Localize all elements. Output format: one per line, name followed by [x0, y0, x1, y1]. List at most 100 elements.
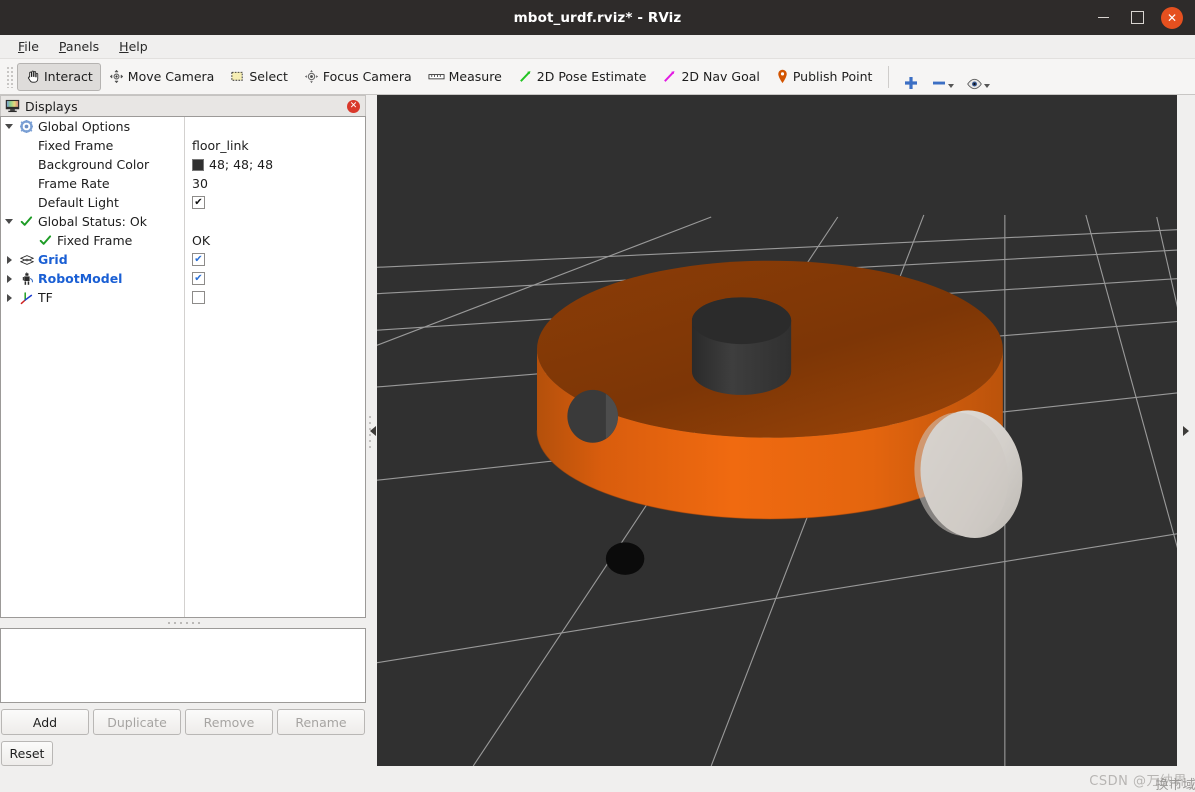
- chevron-down-icon: [5, 124, 13, 129]
- tool-2d-pose-estimate[interactable]: 2D Pose Estimate: [510, 63, 655, 91]
- tool-publish-point[interactable]: Publish Point: [768, 63, 881, 91]
- close-button[interactable]: ✕: [1161, 6, 1183, 29]
- tree-value-status-fixed-frame: OK: [185, 231, 365, 250]
- tool-interact[interactable]: Interact: [17, 62, 101, 91]
- magenta-arrow-icon: [662, 69, 677, 84]
- tree-label: TF: [38, 290, 53, 305]
- tree-row-tf[interactable]: TF: [1, 288, 184, 307]
- displays-panel-header: Displays ✕: [0, 95, 366, 116]
- default-light-checkbox[interactable]: [192, 196, 205, 209]
- tf-checkbox[interactable]: [192, 291, 205, 304]
- tree-value-global-options: [185, 117, 365, 136]
- csdn-watermark: CSDN @万纳界 换市域: [1089, 770, 1195, 792]
- tf-axes-icon: [17, 291, 36, 305]
- viewport-scene: [377, 95, 1177, 766]
- remove-button[interactable]: Remove: [185, 709, 273, 735]
- tool-move-camera[interactable]: Move Camera: [101, 63, 223, 91]
- grid-checkbox[interactable]: [192, 253, 205, 266]
- tool-2d-nav-goal-label: 2D Nav Goal: [681, 69, 760, 84]
- map-pin-icon: [776, 69, 789, 84]
- left-viewport-splitter[interactable]: [366, 95, 377, 766]
- display-properties-panel[interactable]: [0, 628, 366, 703]
- menu-panels[interactable]: Panels: [51, 37, 107, 56]
- window-title: mbot_urdf.rviz* - RViz: [513, 9, 682, 26]
- tree-row-global-options[interactable]: Global Options: [1, 117, 184, 136]
- right-viewport-splitter[interactable]: [1177, 95, 1195, 766]
- status-bar: CSDN @万纳界 换市域: [0, 766, 1195, 792]
- tool-publish-point-label: Publish Point: [792, 69, 873, 84]
- tree-value-global-status: [185, 212, 365, 231]
- frame-rate-value: 30: [192, 176, 208, 191]
- green-check-icon: [36, 234, 55, 247]
- add-tool-button[interactable]: [897, 63, 925, 91]
- tool-select[interactable]: Select: [222, 63, 296, 91]
- chevron-down-icon[interactable]: [984, 83, 991, 88]
- tree-row-fixed-frame[interactable]: Fixed Frame: [1, 136, 184, 155]
- tree-value-column: floor_link 48; 48; 48 30 OK: [185, 117, 365, 617]
- maximize-button[interactable]: [1127, 8, 1147, 28]
- expander-toggle[interactable]: [1, 255, 17, 264]
- gear-icon: [17, 120, 36, 133]
- displays-dock: Displays ✕ Global Options Fixed Frame Ba…: [0, 95, 366, 766]
- tool-measure[interactable]: Measure: [420, 63, 510, 91]
- menu-help[interactable]: Help: [111, 37, 156, 56]
- tree-value-tf: [185, 288, 365, 307]
- focus-camera-icon: [304, 69, 319, 84]
- expander-toggle[interactable]: [1, 274, 17, 283]
- chevron-down-icon[interactable]: [948, 83, 955, 88]
- displays-tree[interactable]: Global Options Fixed Frame Background Co…: [0, 116, 366, 618]
- toolbar-separator: [888, 65, 890, 88]
- expander-toggle[interactable]: [1, 219, 17, 224]
- rename-button[interactable]: Rename: [277, 709, 365, 735]
- tool-2d-nav-goal[interactable]: 2D Nav Goal: [654, 63, 767, 91]
- chevron-right-icon: [6, 293, 12, 302]
- chevron-down-icon: [5, 219, 13, 224]
- remove-tool-icon: [931, 75, 947, 91]
- tool-focus-camera-label: Focus Camera: [322, 69, 412, 84]
- tree-row-default-light[interactable]: Default Light: [1, 193, 184, 212]
- duplicate-button[interactable]: Duplicate: [93, 709, 181, 735]
- rviz-window: mbot_urdf.rviz* - RViz ✕ File Panels Hel…: [0, 0, 1195, 792]
- add-tool-icon: [903, 75, 919, 91]
- displays-panel-close-button[interactable]: ✕: [345, 98, 362, 115]
- tree-row-grid[interactable]: Grid: [1, 250, 184, 269]
- fixed-frame-value: floor_link: [192, 138, 249, 153]
- arrow-right-icon[interactable]: [1183, 425, 1189, 436]
- watermark-cjk-overlay: 换市域: [1155, 777, 1195, 792]
- add-button[interactable]: Add: [1, 709, 89, 735]
- status-fixed-frame-value: OK: [192, 233, 211, 248]
- tree-label: Global Options: [38, 119, 131, 134]
- robotmodel-checkbox[interactable]: [192, 272, 205, 285]
- tree-row-robotmodel[interactable]: RobotModel: [1, 269, 184, 288]
- tree-row-status-fixed-frame[interactable]: Fixed Frame: [1, 231, 184, 250]
- reset-button[interactable]: Reset: [1, 741, 53, 766]
- tree-row-global-status[interactable]: Global Status: Ok: [1, 212, 184, 231]
- render-viewport-3d[interactable]: [377, 95, 1177, 766]
- tool-select-label: Select: [249, 69, 288, 84]
- splitter-grip: [166, 621, 200, 625]
- tree-row-background-color[interactable]: Background Color: [1, 155, 184, 174]
- panel-splitter[interactable]: [0, 618, 366, 628]
- tree-value-default-light: [185, 193, 365, 212]
- move-camera-icon: [109, 69, 124, 84]
- remove-tool-button[interactable]: [925, 63, 960, 91]
- monitor-icon: [5, 99, 20, 113]
- tree-value-fixed-frame[interactable]: floor_link: [185, 136, 365, 155]
- arrow-left-icon[interactable]: [369, 425, 376, 436]
- tree-value-frame-rate[interactable]: 30: [185, 174, 365, 193]
- caster-wheel: [605, 542, 645, 575]
- tool-focus-camera[interactable]: Focus Camera: [296, 63, 420, 91]
- tree-row-frame-rate[interactable]: Frame Rate: [1, 174, 184, 193]
- visibility-button[interactable]: [960, 63, 996, 91]
- tool-move-camera-label: Move Camera: [127, 69, 215, 84]
- close-icon: ✕: [347, 99, 360, 113]
- menu-file[interactable]: File: [10, 37, 47, 56]
- main-body: Displays ✕ Global Options Fixed Frame Ba…: [0, 95, 1195, 766]
- tree-value-background-color[interactable]: 48; 48; 48: [185, 155, 365, 174]
- minimize-button[interactable]: [1093, 8, 1113, 28]
- expander-toggle[interactable]: [1, 293, 17, 302]
- toolbar-grip[interactable]: [6, 65, 14, 88]
- ruler-icon: [428, 70, 445, 83]
- displays-panel-title: Displays: [25, 98, 78, 114]
- expander-toggle[interactable]: [1, 124, 17, 129]
